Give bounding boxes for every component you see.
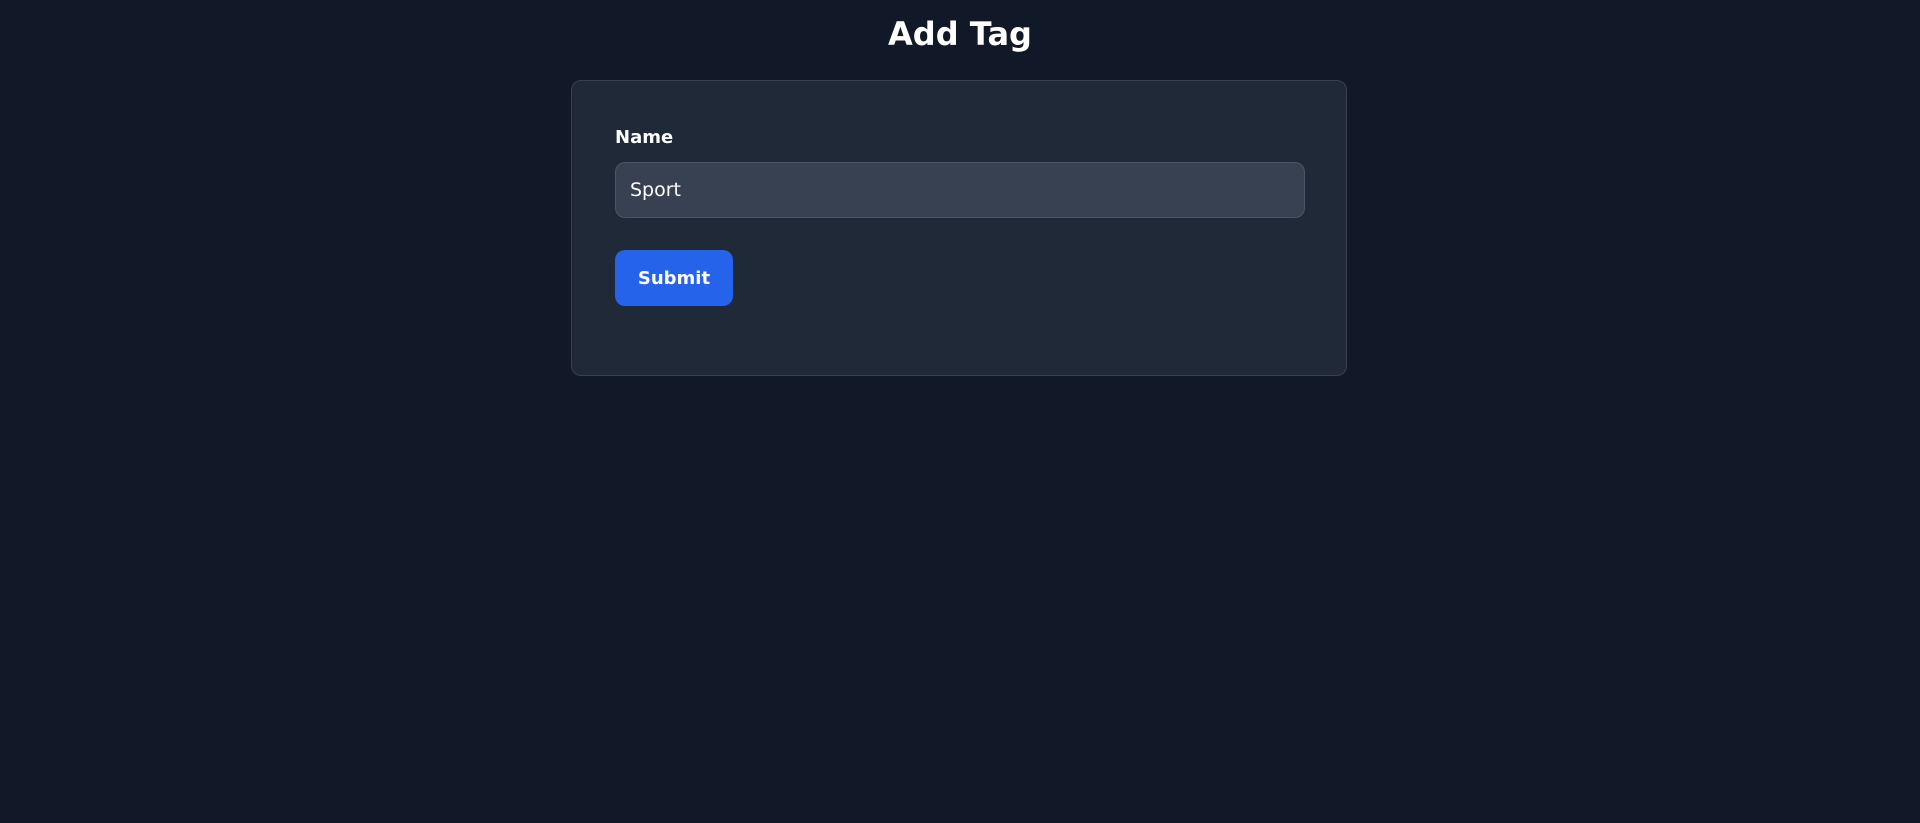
submit-button[interactable]: Submit (615, 250, 733, 306)
name-label: Name (615, 127, 674, 148)
add-tag-form: Name Submit (571, 80, 1347, 376)
page-title: Add Tag (888, 15, 1032, 53)
add-tag-page: Add Tag Name Submit (0, 0, 1920, 823)
name-input[interactable] (615, 162, 1305, 218)
